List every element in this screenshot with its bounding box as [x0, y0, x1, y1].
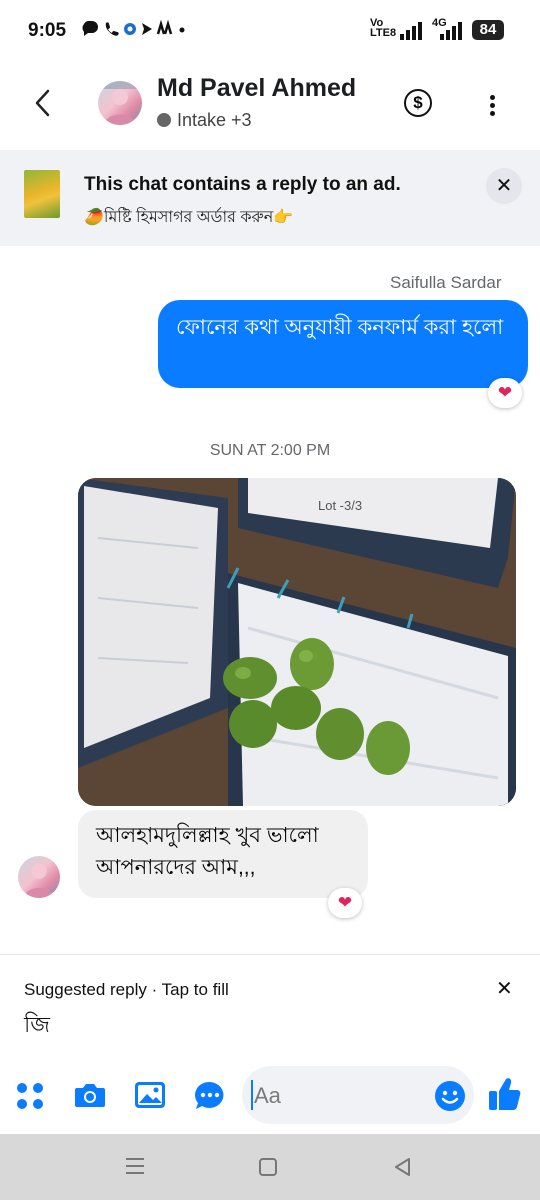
more-vertical-icon[interactable]	[490, 92, 495, 119]
sender-avatar[interactable]	[18, 856, 60, 898]
suggested-reply-label: Suggested reply · Tap to fill	[24, 980, 229, 999]
ad-thumbnail[interactable]	[24, 170, 60, 218]
gallery-icon[interactable]	[134, 1081, 166, 1109]
notification-icons	[82, 19, 186, 42]
ad-reply-banner	[0, 150, 540, 246]
mango-crates-photo: Lot -3/3	[78, 478, 516, 806]
dollar-icon[interactable]: $	[404, 89, 432, 117]
heart-reaction-icon[interactable]: ❤	[488, 378, 522, 408]
status-bar: 9:05 Vo LTE8 4G 84	[0, 0, 540, 60]
ad-banner-title: This chat contains a reply to an ad.	[84, 174, 401, 195]
close-suggestion-icon[interactable]: ✕	[496, 976, 513, 1001]
close-banner-button[interactable]: ✕	[486, 168, 522, 204]
contact-subtitle: Intake +3	[157, 110, 252, 131]
notification-icons-svg	[82, 19, 185, 36]
camera-icon[interactable]	[74, 1081, 106, 1109]
ad-banner-subtitle: 🥭মিষ্টি হিমসাগর অর্ডার করুন👉	[84, 209, 294, 226]
back-nav-icon[interactable]	[392, 1156, 412, 1178]
photo-message[interactable]: Lot -3/3	[78, 478, 516, 806]
avatar-image	[98, 81, 142, 125]
signal-bars-2-icon	[440, 22, 462, 40]
sender-avatar-image	[23, 863, 55, 898]
heart-reaction-icon-2[interactable]: ❤	[328, 888, 362, 918]
back-arrow-icon[interactable]	[34, 88, 52, 118]
thumbs-up-icon[interactable]	[488, 1076, 522, 1112]
message-input-placeholder: Aa	[254, 1083, 281, 1108]
contact-name[interactable]: Md Pavel Ahmed	[157, 74, 356, 103]
signal-bars-icon	[400, 22, 422, 40]
status-dot	[157, 113, 171, 127]
suggested-reply-divider	[0, 954, 540, 955]
text-cursor	[251, 1080, 253, 1110]
subtitle-text: Intake +3	[177, 110, 252, 130]
outgoing-message-bubble[interactable]: ফোনের কথা অনুযায়ী কনফার্ম করা হলো	[158, 300, 528, 388]
outgoing-sender-name: Saifulla Sardar	[390, 273, 502, 292]
recent-apps-icon[interactable]	[124, 1156, 146, 1176]
suggested-reply-text[interactable]: জি	[24, 1008, 50, 1045]
day-separator: SUN AT 2:00 PM	[209, 442, 331, 459]
emoji-icon[interactable]	[434, 1080, 466, 1112]
volte-indicator: Vo LTE8	[370, 17, 397, 39]
incoming-message-bubble[interactable]: আলহামদুলিল্লাহ খুব ভালো আপনারদের আম,,,	[78, 810, 368, 898]
crate-handwriting: Lot -3/3	[318, 498, 362, 513]
chat-more-icon[interactable]	[194, 1080, 226, 1110]
status-time: 9:05	[28, 20, 67, 41]
home-icon[interactable]	[258, 1157, 278, 1177]
battery-indicator: 84	[472, 20, 504, 40]
contact-avatar[interactable]	[98, 81, 142, 125]
apps-icon[interactable]	[16, 1082, 44, 1110]
